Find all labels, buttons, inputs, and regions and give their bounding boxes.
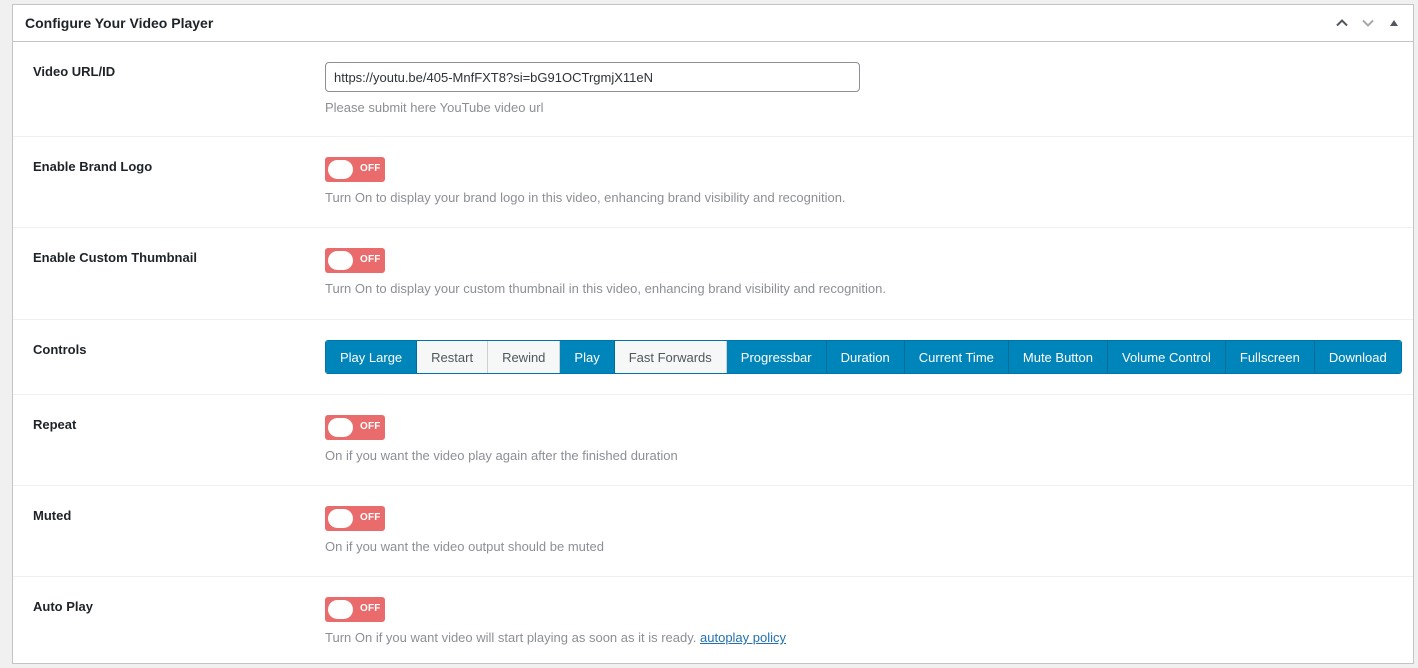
row-video-url: Video URL/ID Please submit here YouTube … (13, 42, 1413, 137)
toggle-knob (328, 600, 353, 619)
brand-logo-label: Enable Brand Logo (33, 159, 153, 174)
repeat-toggle[interactable]: OFF (325, 415, 385, 440)
control-fullscreen[interactable]: Fullscreen (1225, 341, 1315, 373)
video-player-metabox: Configure Your Video Player Video URL/ID… (12, 4, 1414, 664)
video-url-input[interactable] (325, 62, 860, 92)
toggle-knob (328, 160, 353, 179)
muted-description: On if you want the video output should b… (325, 539, 604, 554)
autoplay-toggle[interactable]: OFF (325, 597, 385, 622)
muted-toggle[interactable]: OFF (325, 506, 385, 531)
muted-label: Muted (33, 508, 72, 523)
control-duration[interactable]: Duration (826, 341, 905, 373)
brand-logo-toggle[interactable]: OFF (325, 157, 385, 182)
controls-button-group: Play Large Restart Rewind Play Fast Forw… (325, 340, 1402, 374)
control-progressbar[interactable]: Progressbar (726, 341, 827, 373)
controls-label: Controls (33, 342, 87, 357)
autoplay-policy-link[interactable]: autoplay policy (700, 630, 786, 645)
control-fast-forwards[interactable]: Fast Forwards (614, 341, 727, 373)
autoplay-description: Turn On if you want video will start pla… (325, 630, 697, 645)
autoplay-field-wrap: OFF Turn On if you want video will start… (325, 577, 1413, 668)
custom-thumbnail-toggle[interactable]: OFF (325, 248, 385, 273)
custom-thumbnail-description: Turn On to display your custom thumbnail… (325, 281, 886, 296)
repeat-label: Repeat (33, 417, 77, 432)
control-download[interactable]: Download (1314, 341, 1401, 373)
row-controls: Controls Play Large Restart Rewind Play … (13, 320, 1413, 395)
chevron-down-icon[interactable] (1357, 12, 1379, 34)
toggle-state-text: OFF (360, 603, 381, 614)
control-mute-button[interactable]: Mute Button (1008, 341, 1108, 373)
toggle-knob (328, 418, 353, 437)
control-play-large[interactable]: Play Large (326, 341, 418, 373)
toggle-state-text: OFF (360, 512, 381, 523)
video-url-description: Please submit here YouTube video url (325, 100, 544, 115)
toggle-knob (328, 251, 353, 270)
custom-thumbnail-field-wrap: OFF Turn On to display your custom thumb… (325, 228, 1413, 319)
control-play[interactable]: Play (560, 341, 615, 373)
metabox-header: Configure Your Video Player (13, 5, 1413, 42)
repeat-description: On if you want the video play again afte… (325, 448, 678, 463)
row-muted: Muted OFF On if you want the video outpu… (13, 486, 1413, 577)
toggle-state-text: OFF (360, 163, 381, 174)
control-current-time[interactable]: Current Time (904, 341, 1009, 373)
muted-field-wrap: OFF On if you want the video output shou… (325, 486, 1413, 576)
row-autoplay: Auto Play OFF Turn On if you want video … (13, 577, 1413, 668)
video-url-field-wrap: Please submit here YouTube video url (325, 42, 1413, 136)
autoplay-label: Auto Play (33, 599, 93, 614)
toggle-knob (328, 509, 353, 528)
brand-logo-description: Turn On to display your brand logo in th… (325, 190, 846, 205)
custom-thumbnail-label: Enable Custom Thumbnail (33, 250, 197, 265)
control-volume-control[interactable]: Volume Control (1108, 341, 1226, 373)
toggle-state-text: OFF (360, 254, 381, 265)
row-repeat: Repeat OFF On if you want the video play… (13, 395, 1413, 486)
row-custom-thumbnail: Enable Custom Thumbnail OFF Turn On to d… (13, 228, 1413, 320)
header-actions (1331, 12, 1405, 34)
metabox-title: Configure Your Video Player (25, 15, 214, 31)
brand-logo-field-wrap: OFF Turn On to display your brand logo i… (325, 137, 1413, 227)
controls-field-wrap: Play Large Restart Rewind Play Fast Forw… (325, 320, 1413, 394)
triangle-up-icon[interactable] (1383, 12, 1405, 34)
chevron-up-icon[interactable] (1331, 12, 1353, 34)
repeat-field-wrap: OFF On if you want the video play again … (325, 395, 1413, 485)
control-rewind[interactable]: Rewind (488, 341, 561, 373)
control-restart[interactable]: Restart (417, 341, 489, 373)
toggle-state-text: OFF (360, 421, 381, 432)
video-url-label: Video URL/ID (33, 64, 116, 79)
row-brand-logo: Enable Brand Logo OFF Turn On to display… (13, 137, 1413, 228)
autoplay-description-wrap: Turn On if you want video will start pla… (325, 630, 1413, 645)
